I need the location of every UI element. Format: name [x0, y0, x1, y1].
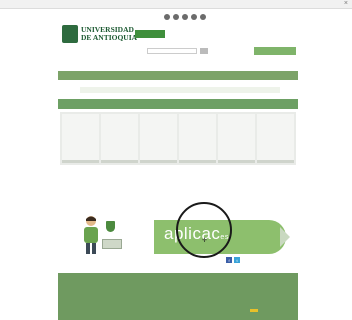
mouse-cursor-icon: ✛ [202, 238, 208, 244]
tile-footer-bar [101, 160, 138, 163]
tile[interactable] [62, 114, 99, 163]
footer-column [240, 277, 296, 316]
footer-column [61, 277, 117, 316]
twitter-icon[interactable]: t [234, 257, 240, 263]
logo-text: UNIVERSIDAD DE ANTIOQUIA [81, 26, 137, 42]
quick-access-tiles [60, 112, 296, 165]
laptop-icon [102, 239, 122, 249]
search-input[interactable] [147, 48, 197, 54]
tile[interactable] [140, 114, 177, 163]
person-illustration-icon [84, 216, 98, 254]
footer-column [121, 277, 177, 316]
next-arrow-icon[interactable] [280, 227, 290, 247]
logo-emblem-icon [62, 25, 78, 43]
shield-icon [106, 221, 115, 232]
footer-column [180, 277, 236, 316]
page-title [58, 99, 298, 109]
search-button[interactable] [200, 48, 208, 54]
social-icon[interactable] [173, 13, 179, 20]
university-logo[interactable]: UNIVERSIDAD DE ANTIOQUIA [62, 25, 137, 43]
top-utility-bar [152, 13, 206, 20]
tile[interactable] [101, 114, 138, 163]
website: UNIVERSIDAD DE ANTIOQUIA aplicaces ✛ f t [58, 9, 298, 320]
tile-footer-bar [218, 160, 255, 163]
tile-footer-bar [257, 160, 294, 163]
tile[interactable] [179, 114, 216, 163]
social-icon[interactable] [191, 13, 197, 20]
breadcrumb[interactable] [80, 87, 280, 93]
facebook-icon[interactable]: f [226, 257, 232, 263]
directory-button[interactable] [254, 47, 296, 55]
tile[interactable] [218, 114, 255, 163]
tile-footer-bar [140, 160, 177, 163]
footer [58, 273, 298, 320]
cursor-highlight-circle [176, 202, 232, 258]
tile-footer-bar [179, 160, 216, 163]
social-icon[interactable] [182, 13, 188, 20]
logo-line-2: DE ANTIOQUIA [81, 33, 138, 42]
close-icon[interactable]: × [344, 0, 348, 8]
tile[interactable] [257, 114, 294, 163]
main-nav [58, 71, 298, 80]
social-icon[interactable] [164, 13, 170, 20]
tile-footer-bar [62, 160, 99, 163]
social-icon[interactable] [200, 13, 206, 20]
browser-address-bar[interactable]: × [0, 0, 352, 9]
search-bar [144, 48, 208, 54]
corner-marker [250, 309, 258, 312]
share-bar: f t [224, 257, 240, 263]
access-button[interactable] [135, 30, 165, 38]
